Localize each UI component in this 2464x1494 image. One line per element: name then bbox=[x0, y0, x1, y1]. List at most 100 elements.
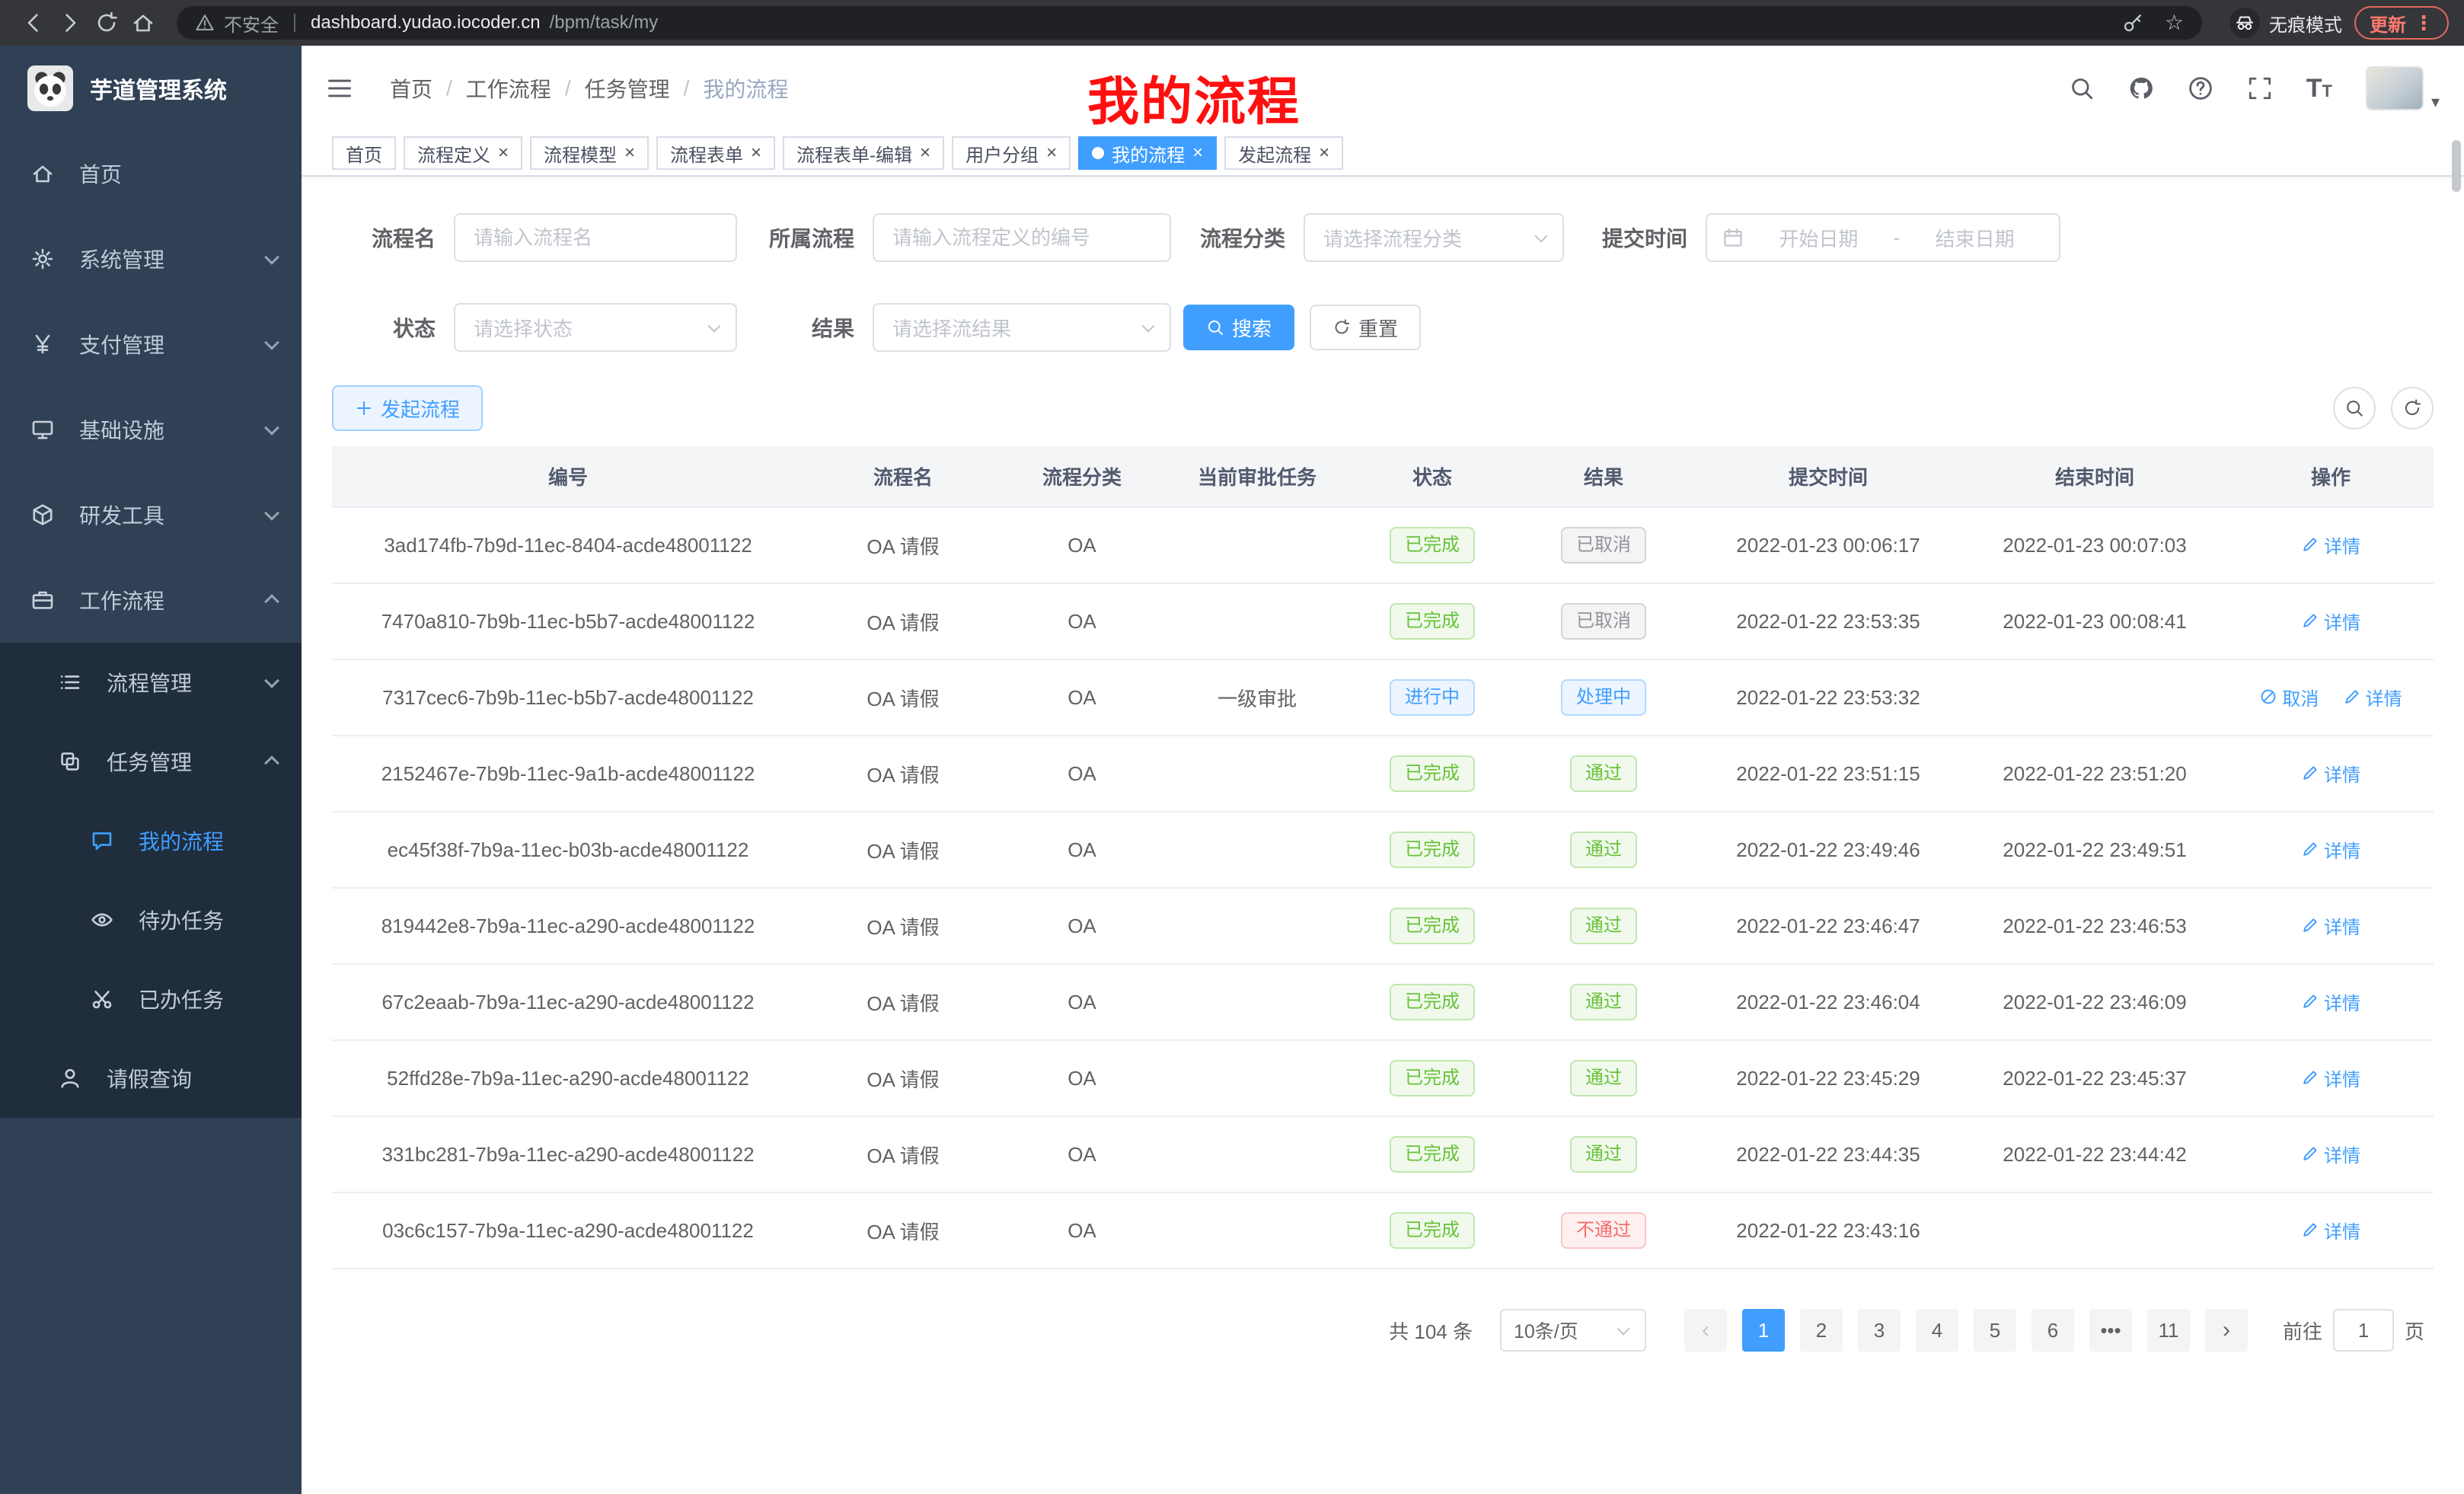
tab[interactable]: 用户分组 bbox=[952, 136, 1071, 170]
page-button[interactable]: 4 bbox=[1916, 1309, 1958, 1352]
breadcrumb-item[interactable]: 首页 bbox=[390, 73, 432, 104]
page-button[interactable]: 3 bbox=[1858, 1309, 1901, 1352]
cell-current-task[interactable] bbox=[1162, 812, 1352, 888]
breadcrumb-item[interactable]: 工作流程 bbox=[466, 73, 551, 104]
avatar[interactable] bbox=[2366, 66, 2424, 110]
toggle-search-button[interactable] bbox=[2333, 387, 2376, 429]
tab[interactable]: 发起流程 bbox=[1224, 136, 1343, 170]
back-button[interactable] bbox=[15, 5, 52, 41]
sidebar-item-system[interactable]: 系统管理 bbox=[0, 216, 302, 302]
sidebar-item-task-management[interactable]: 任务管理 bbox=[0, 722, 302, 801]
process-name-input[interactable] bbox=[454, 213, 737, 262]
cell-name: OA 请假 bbox=[804, 1116, 1002, 1192]
bookmark-star-icon[interactable]: ☆ bbox=[2165, 12, 2184, 34]
category-select[interactable]: 请选择流程分类 bbox=[1304, 213, 1564, 262]
prev-page-button[interactable] bbox=[1684, 1309, 1727, 1352]
sidebar-item-todo-tasks[interactable]: 待办任务 bbox=[0, 880, 302, 959]
page-button[interactable]: 11 bbox=[2147, 1309, 2190, 1352]
cell-current-task[interactable]: 一级审批 bbox=[1162, 659, 1352, 736]
tags-view: 首页 流程定义 流程模型 流程表单 流程表单-编辑 bbox=[302, 131, 2464, 177]
sidebar-item-devtools[interactable]: 研发工具 bbox=[0, 472, 302, 557]
cell-current-task[interactable] bbox=[1162, 1116, 1352, 1192]
detail-link[interactable]: 详情 bbox=[2301, 608, 2360, 634]
tab[interactable]: 流程表单-编辑 bbox=[783, 136, 944, 170]
detail-link[interactable]: 详情 bbox=[2343, 684, 2402, 710]
sidebar-item-done-tasks[interactable]: 已办任务 bbox=[0, 959, 302, 1039]
create-process-button[interactable]: 发起流程 bbox=[332, 385, 483, 431]
reload-button[interactable] bbox=[88, 5, 125, 41]
page-button[interactable]: ••• bbox=[2089, 1309, 2132, 1352]
cell-current-task[interactable] bbox=[1162, 1040, 1352, 1116]
tab[interactable]: 首页 bbox=[332, 136, 396, 170]
cell-actions: 详情 bbox=[2228, 888, 2434, 964]
cell-actions: 详情 bbox=[2228, 1192, 2434, 1269]
address-bar[interactable]: 不安全 dashboard.yudao.iocoder.cn/bpm/task/… bbox=[177, 6, 2202, 40]
detail-link[interactable]: 详情 bbox=[2301, 912, 2360, 939]
cell-current-task[interactable] bbox=[1162, 736, 1352, 812]
browser-home-button[interactable] bbox=[125, 5, 161, 41]
tab-close-icon[interactable] bbox=[498, 144, 509, 162]
tab[interactable]: 流程模型 bbox=[530, 136, 649, 170]
next-page-button[interactable] bbox=[2205, 1309, 2248, 1352]
sidebar-item-workflow[interactable]: 工作流程 bbox=[0, 557, 302, 643]
submit-time-range-picker[interactable]: 开始日期 - 结束日期 bbox=[1706, 213, 2060, 262]
reset-button[interactable]: 重置 bbox=[1310, 305, 1421, 350]
tab-close-icon[interactable] bbox=[624, 144, 635, 162]
github-icon[interactable] bbox=[2128, 75, 2154, 101]
detail-link[interactable]: 详情 bbox=[2301, 836, 2360, 863]
user-menu[interactable]: ▾ bbox=[2366, 66, 2440, 110]
sidebar: 芋道管理系统 首页 系统管理 支付管理 bbox=[0, 46, 302, 1494]
tab-close-icon[interactable] bbox=[1319, 144, 1329, 162]
tab-close-icon[interactable] bbox=[1046, 144, 1057, 162]
forward-button[interactable] bbox=[52, 5, 88, 41]
detail-link[interactable]: 详情 bbox=[2301, 1141, 2360, 1167]
sidebar-item-home[interactable]: 首页 bbox=[0, 131, 302, 216]
search-button[interactable]: 搜索 bbox=[1183, 305, 1294, 350]
browser-menu-icon[interactable]: ⋮ bbox=[2414, 13, 2434, 33]
tab[interactable]: 我的流程 bbox=[1078, 136, 1217, 170]
search-icon[interactable] bbox=[2069, 75, 2095, 101]
sidebar-item-leave-query[interactable]: 请假查询 bbox=[0, 1039, 302, 1118]
page-button[interactable]: 5 bbox=[1974, 1309, 2016, 1352]
tab-close-icon[interactable] bbox=[920, 144, 930, 162]
font-size-icon[interactable]: TT bbox=[2306, 75, 2332, 101]
help-icon[interactable] bbox=[2188, 75, 2213, 101]
update-button[interactable]: 更新 ⋮ bbox=[2354, 6, 2449, 40]
cell-current-task[interactable] bbox=[1162, 583, 1352, 659]
sidebar-item-infrastructure[interactable]: 基础设施 bbox=[0, 387, 302, 472]
refresh-table-button[interactable] bbox=[2391, 387, 2434, 429]
sidebar-item-process-management[interactable]: 流程管理 bbox=[0, 643, 302, 722]
sidebar-item-payment[interactable]: 支付管理 bbox=[0, 302, 302, 387]
status-select[interactable]: 请选择状态 bbox=[454, 303, 737, 352]
cell-current-task[interactable] bbox=[1162, 888, 1352, 964]
page-button[interactable]: 1 bbox=[1742, 1309, 1785, 1352]
tab-close-icon[interactable] bbox=[1192, 144, 1203, 162]
sidebar-item-my-process[interactable]: 我的流程 bbox=[0, 801, 302, 880]
cell-current-task[interactable] bbox=[1162, 1192, 1352, 1269]
tab[interactable]: 流程定义 bbox=[404, 136, 522, 170]
table-row: 67c2eaab-7b9a-11ec-a290-acde48001122 OA … bbox=[332, 964, 2434, 1040]
scrollbar-thumb[interactable] bbox=[2452, 140, 2461, 192]
cell-category: OA bbox=[1002, 507, 1162, 583]
detail-link[interactable]: 详情 bbox=[2301, 532, 2360, 558]
page-button[interactable]: 6 bbox=[2032, 1309, 2074, 1352]
cancel-link[interactable]: 取消 bbox=[2259, 684, 2319, 710]
tab[interactable]: 流程表单 bbox=[656, 136, 775, 170]
result-select[interactable]: 请选择流结果 bbox=[873, 303, 1171, 352]
cell-current-task[interactable] bbox=[1162, 964, 1352, 1040]
cell-name: OA 请假 bbox=[804, 507, 1002, 583]
detail-link[interactable]: 详情 bbox=[2301, 1217, 2360, 1243]
fullscreen-icon[interactable] bbox=[2247, 75, 2273, 101]
page-size-select[interactable]: 10条/页 bbox=[1500, 1309, 1646, 1352]
parent-process-input[interactable] bbox=[873, 213, 1171, 262]
cell-current-task[interactable] bbox=[1162, 507, 1352, 583]
page-button[interactable]: 2 bbox=[1800, 1309, 1843, 1352]
breadcrumb-item[interactable]: 任务管理 bbox=[585, 73, 670, 104]
password-key-icon[interactable] bbox=[2122, 12, 2143, 34]
detail-link[interactable]: 详情 bbox=[2301, 760, 2360, 787]
detail-link[interactable]: 详情 bbox=[2301, 1065, 2360, 1091]
goto-page-input[interactable] bbox=[2333, 1309, 2394, 1352]
detail-link[interactable]: 详情 bbox=[2301, 988, 2360, 1015]
tab-close-icon[interactable] bbox=[751, 144, 761, 162]
collapse-sidebar-icon[interactable] bbox=[326, 75, 353, 102]
